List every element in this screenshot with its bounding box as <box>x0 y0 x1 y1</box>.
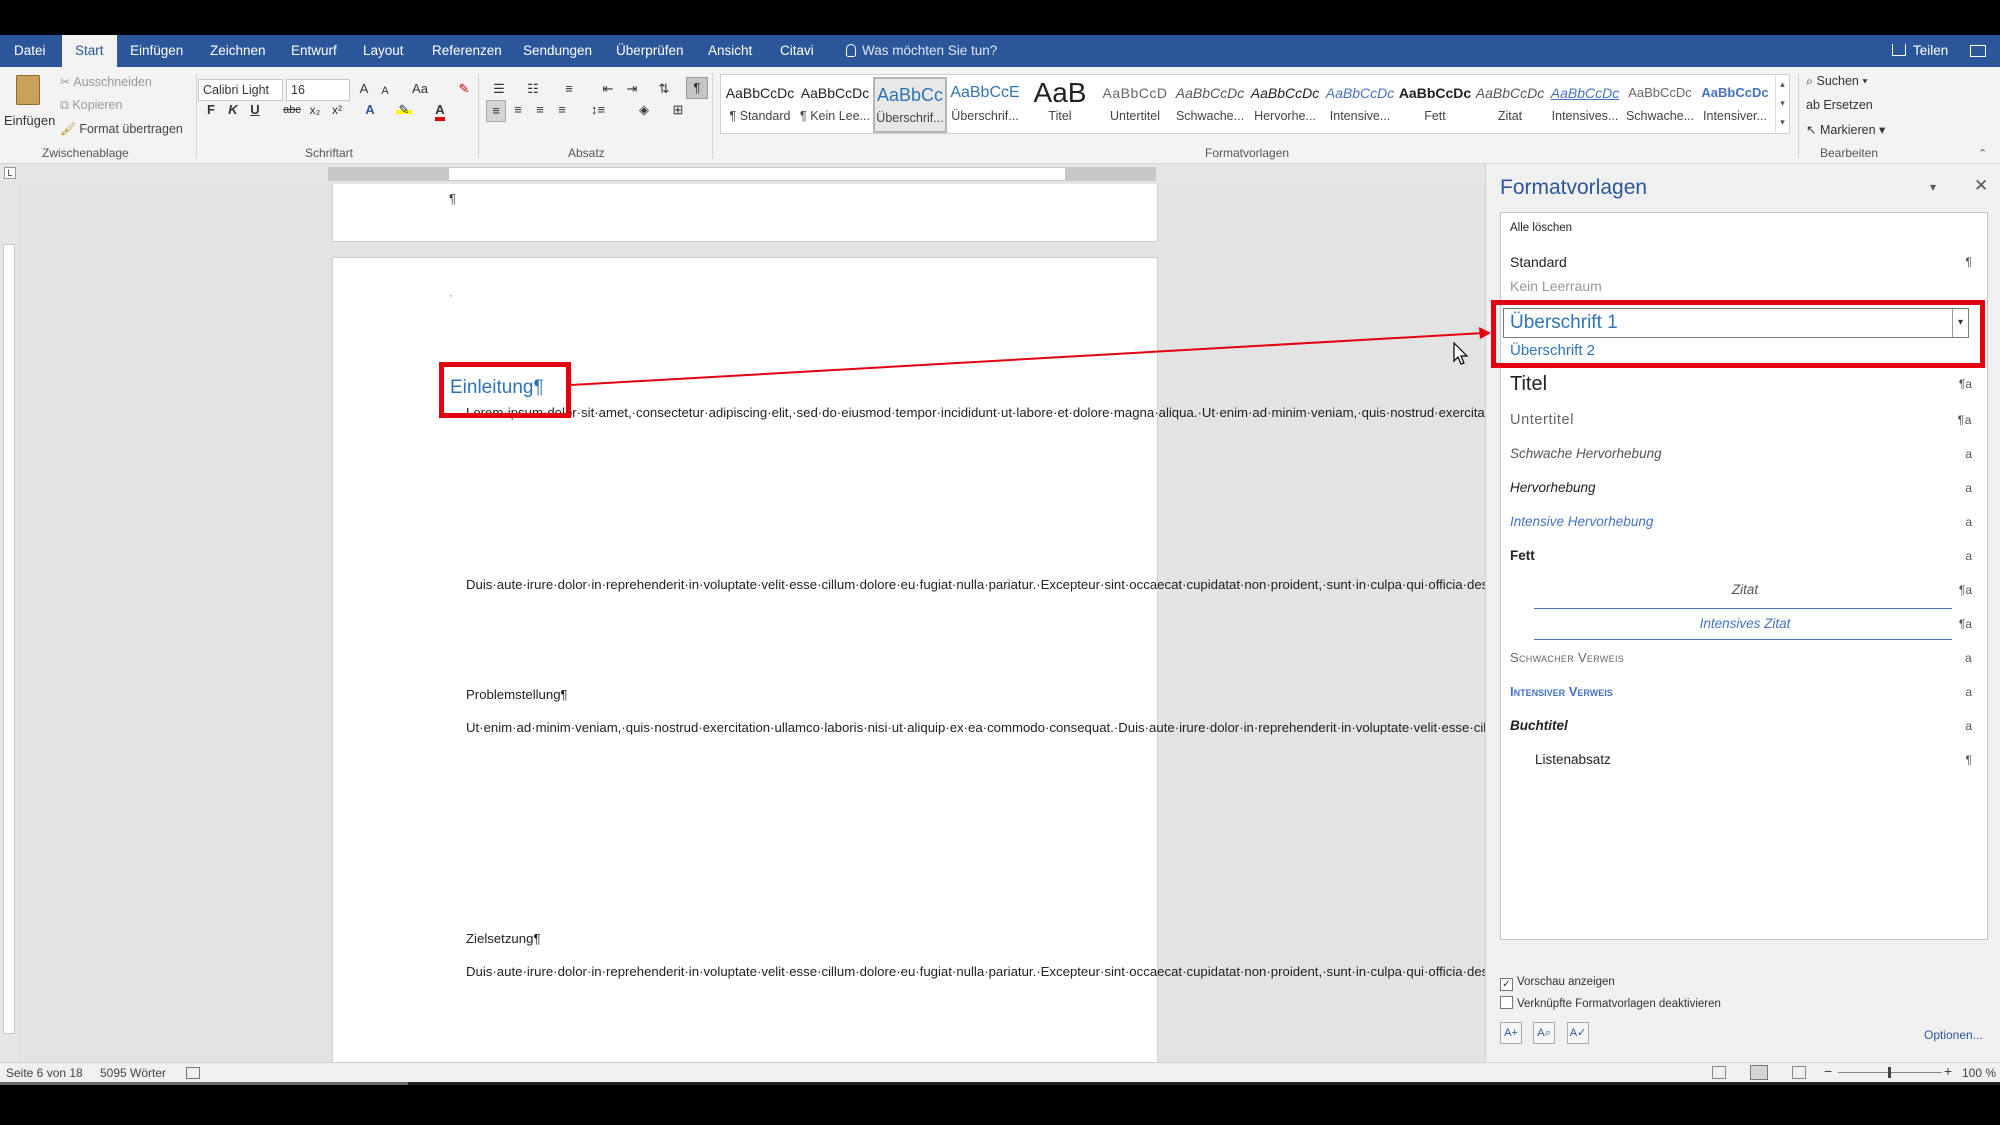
word-window: Datei Start Einfügen Zeichnen Entwurf La… <box>0 0 2000 1125</box>
mouse-cursor-icon <box>1453 342 1469 365</box>
annotation-arrow <box>570 327 1491 386</box>
